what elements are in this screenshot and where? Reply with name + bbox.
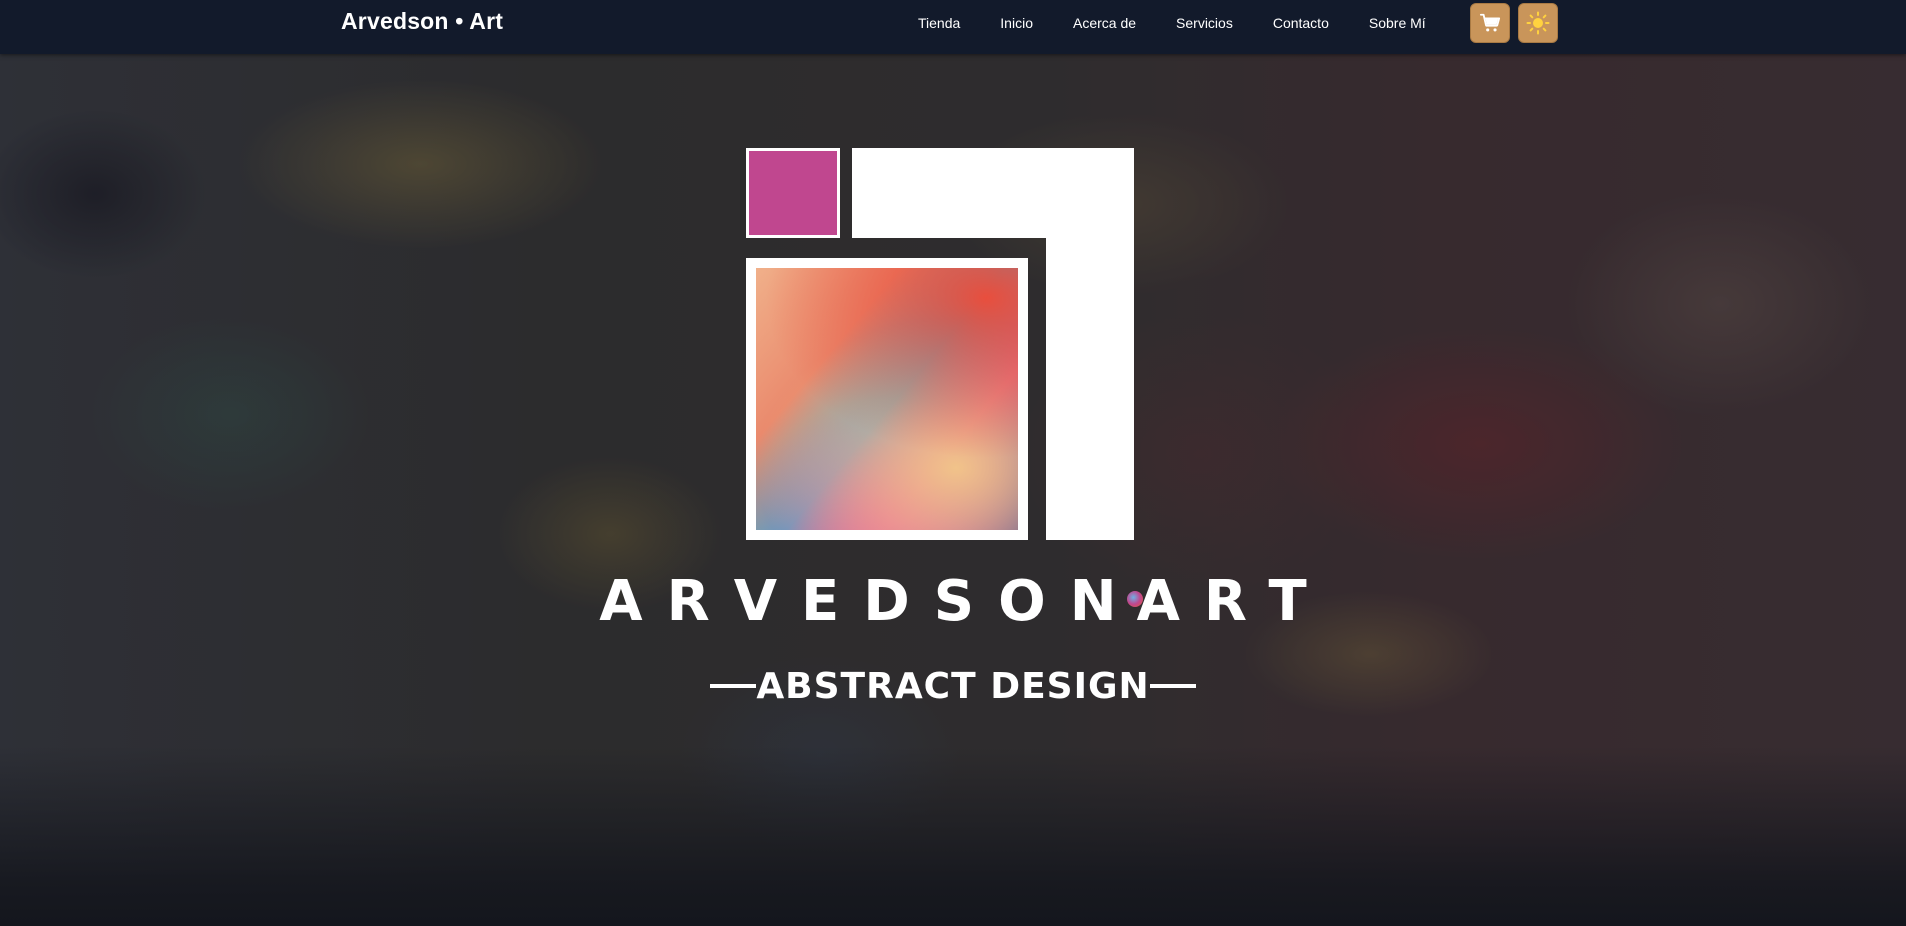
nav-link-contacto[interactable]: Contacto: [1273, 15, 1329, 31]
theme-toggle-button[interactable]: [1518, 3, 1558, 43]
logo-title-left: ARVEDSON: [599, 569, 1141, 634]
subtitle-dash-right: [1149, 684, 1196, 688]
navbar: Arvedson • Art Tienda Inicio Acerca de S…: [0, 0, 1906, 54]
logo-subtitle-text: ABSTRACT DESIGN: [756, 666, 1150, 707]
logo-dot-icon: [1126, 590, 1143, 607]
logo-gradient-square: [756, 268, 1018, 530]
subtitle-dash-left: [710, 684, 757, 688]
brand-logo-text[interactable]: Arvedson • Art: [341, 8, 503, 35]
nav-link-tienda[interactable]: Tienda: [918, 15, 960, 31]
logo-pink-square: [746, 148, 840, 238]
logo-gradient-frame: [746, 258, 1028, 540]
logo-title: ARVEDSONART: [0, 569, 1906, 634]
nav-link-servicios[interactable]: Servicios: [1176, 15, 1233, 31]
nav-links: Tienda Inicio Acerca de Servicios Contac…: [918, 0, 1426, 45]
nav-link-acerca-de[interactable]: Acerca de: [1073, 15, 1136, 31]
logo-subtitle: ABSTRACT DESIGN: [0, 666, 1906, 707]
cart-icon: [1479, 13, 1501, 32]
logo-title-right: ART: [1136, 569, 1331, 634]
nav-link-inicio[interactable]: Inicio: [1000, 15, 1033, 31]
logo-white-bar-right: [1046, 148, 1134, 540]
sun-icon: [1526, 11, 1550, 35]
arvedson-logo-mark: [746, 148, 1134, 540]
hero-section: ARVEDSONART ABSTRACT DESIGN: [0, 54, 1906, 926]
cart-button[interactable]: [1470, 3, 1510, 43]
nav-link-sobre-mi[interactable]: Sobre Mí: [1369, 15, 1426, 31]
